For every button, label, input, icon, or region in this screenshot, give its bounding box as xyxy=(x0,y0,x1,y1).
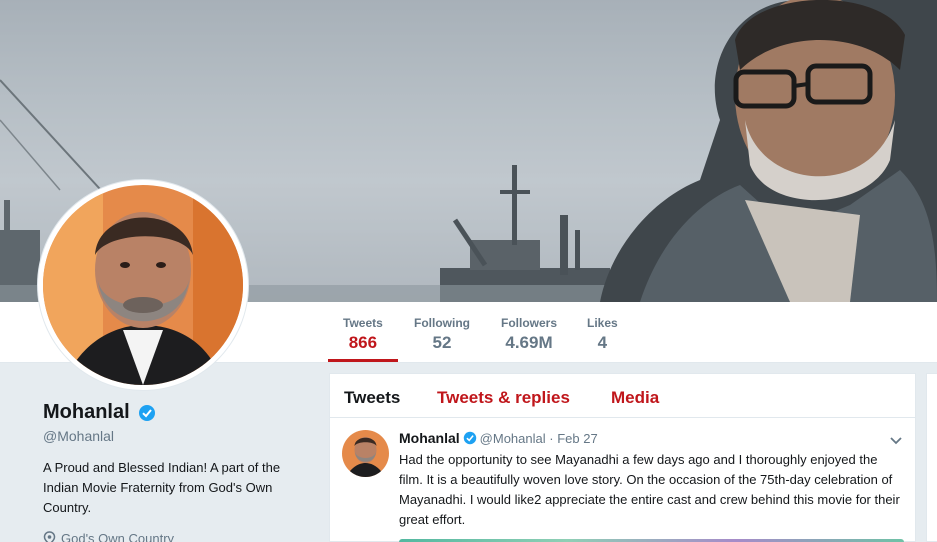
tweet-item[interactable]: Mohanlal @Mohanlal · Feb 27 Had the oppor… xyxy=(330,419,915,542)
stat-following[interactable]: Following 52 xyxy=(414,316,470,353)
profile-location: God's Own Country xyxy=(43,531,174,542)
tweet-separator: · xyxy=(549,431,554,446)
stat-likes[interactable]: Likes 4 xyxy=(587,316,618,353)
tweet-author-name[interactable]: Mohanlal xyxy=(399,430,460,446)
stat-value: 52 xyxy=(432,333,452,352)
timeline: Tweets Tweets & replies Media Mohanlal @M… xyxy=(329,373,916,542)
profile-name[interactable]: Mohanlal xyxy=(43,401,130,424)
timeline-tabs: Tweets Tweets & replies Media xyxy=(330,374,915,418)
profile-bio: A Proud and Blessed Indian! A part of th… xyxy=(43,460,281,515)
stat-value: 866 xyxy=(348,333,378,352)
active-stat-underline xyxy=(328,359,398,362)
tweet-author-handle[interactable]: @Mohanlal xyxy=(480,431,546,446)
profile-handle[interactable]: @Mohanlal xyxy=(43,428,114,444)
tab-media[interactable]: Media xyxy=(611,388,659,408)
verified-badge-icon xyxy=(138,404,156,427)
tweet-text: Had the opportunity to see Mayanadhi a f… xyxy=(399,452,900,527)
stat-tweets[interactable]: Tweets 866 xyxy=(343,316,383,353)
stat-label: Following xyxy=(414,316,470,330)
avatar-photo xyxy=(43,185,243,385)
tweet-timestamp[interactable]: Feb 27 xyxy=(557,431,597,446)
tweet-header: Mohanlal @Mohanlal · Feb 27 xyxy=(399,430,598,448)
side-card xyxy=(926,373,937,542)
stat-value: 4 xyxy=(597,333,608,352)
location-text: God's Own Country xyxy=(61,531,175,542)
stat-followers[interactable]: Followers 4.69M xyxy=(501,316,557,353)
stat-value: 4.69M xyxy=(505,333,553,352)
stat-label: Likes xyxy=(587,316,618,330)
chevron-down-icon[interactable] xyxy=(889,433,903,451)
tab-tweets[interactable]: Tweets xyxy=(344,388,400,408)
verified-badge-icon xyxy=(463,431,477,448)
tab-tweets-replies[interactable]: Tweets & replies xyxy=(437,388,570,408)
tweet-avatar[interactable] xyxy=(342,430,389,477)
location-pin-icon xyxy=(43,531,56,542)
stat-label: Tweets xyxy=(343,316,383,330)
stat-label: Followers xyxy=(501,316,558,330)
profile-avatar[interactable] xyxy=(38,180,248,390)
